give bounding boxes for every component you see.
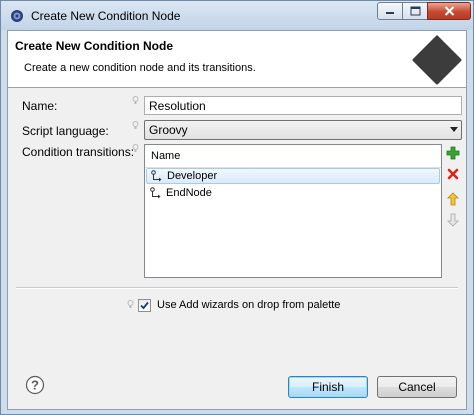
move-down-icon <box>447 213 459 227</box>
script-language-value: Groovy <box>149 123 188 137</box>
hint-bulb-icon <box>132 144 139 152</box>
maximize-button[interactable] <box>402 2 428 20</box>
name-label: Name: <box>22 99 58 113</box>
title-bar[interactable]: Create New Condition Node <box>1 1 473 30</box>
window-title: Create New Condition Node <box>31 9 181 23</box>
cancel-button[interactable]: Cancel <box>377 376 457 398</box>
table-row[interactable]: Developer <box>146 168 440 184</box>
dialog-client-area: Create New Condition Node Create a new c… <box>7 30 467 410</box>
header-description: Create a new condition node and its tran… <box>24 62 256 74</box>
hint-bulb-icon <box>127 300 134 308</box>
use-wizards-checkbox[interactable] <box>138 299 151 312</box>
table-row[interactable]: EndNode <box>146 186 440 202</box>
app-icon <box>11 10 23 22</box>
name-field[interactable] <box>144 96 462 115</box>
svg-text:?: ? <box>31 378 39 393</box>
diamond-node-icon <box>412 35 462 85</box>
close-icon <box>444 6 454 16</box>
hint-bulb-icon <box>132 121 139 129</box>
remove-icon <box>447 168 459 180</box>
minimize-button[interactable] <box>377 2 403 20</box>
finish-button[interactable]: Finish <box>288 376 368 398</box>
add-icon <box>446 146 460 160</box>
close-button[interactable] <box>427 2 471 20</box>
minimize-icon <box>386 12 394 14</box>
remove-transition-button[interactable] <box>445 166 461 182</box>
transition-icon <box>151 170 162 182</box>
table-header[interactable]: Name <box>145 145 441 168</box>
condition-transitions-label: Condition transitions: <box>22 145 135 159</box>
add-transition-button[interactable] <box>445 145 461 161</box>
transition-name: Developer <box>167 170 218 182</box>
wizard-header: Create New Condition Node Create a new c… <box>8 31 466 88</box>
use-wizards-label[interactable]: Use Add wizards on drop from palette <box>157 299 340 311</box>
maximize-icon <box>410 6 420 16</box>
help-icon[interactable]: ? <box>25 375 45 395</box>
move-down-button[interactable] <box>445 212 461 228</box>
chevron-down-icon <box>450 127 458 132</box>
separator <box>16 287 458 289</box>
transition-name: EndNode <box>166 187 212 199</box>
dialog-window: Create New Condition Node Create New Con… <box>0 0 474 415</box>
checkmark-icon <box>140 301 149 310</box>
transition-icon <box>150 187 161 199</box>
transitions-table[interactable]: Name Developer EndNode <box>144 144 442 278</box>
script-language-label: Script language: <box>22 124 109 138</box>
column-header-name: Name <box>151 150 181 162</box>
script-language-select[interactable]: Groovy <box>144 120 462 140</box>
header-title: Create New Condition Node <box>15 39 174 53</box>
hint-bulb-icon <box>132 96 139 104</box>
move-up-icon <box>447 192 459 206</box>
move-up-button[interactable] <box>445 191 461 207</box>
